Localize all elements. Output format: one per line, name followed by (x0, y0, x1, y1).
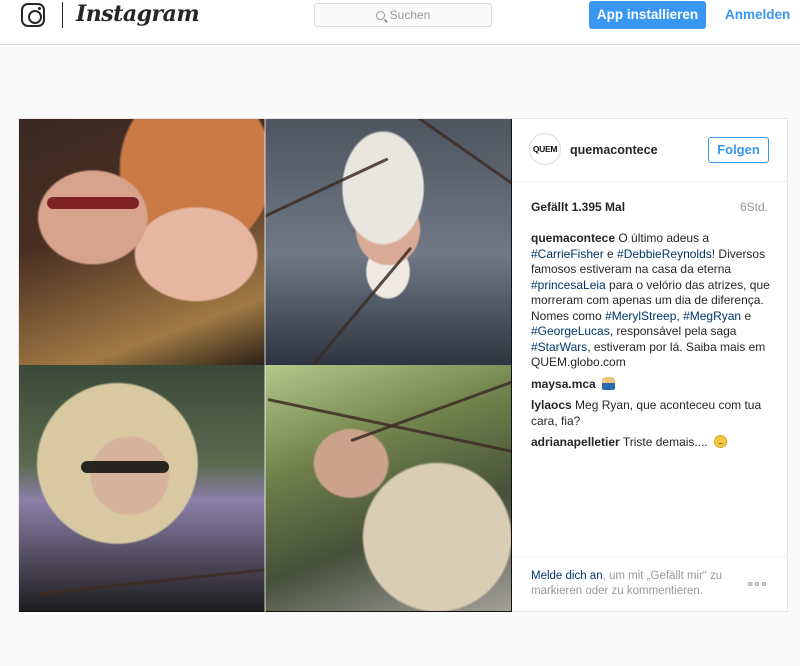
instagram-wordmark[interactable]: Instagram (76, 1, 200, 27)
logo-divider (62, 2, 63, 28)
photo-tile-meg-ryan (19, 365, 265, 611)
login-prompt: Melde dich an, um mit „Gefällt mir“ zu m… (531, 569, 741, 599)
photo-tile-george-lucas (265, 119, 511, 365)
caption-text: O último adeus a #CarrieFisher e #Debbie… (531, 231, 770, 369)
post-sidebar: QUEM quemacontece Folgen Gefällt 1.395 M… (512, 119, 788, 612)
post-card: QUEM quemacontece Folgen Gefällt 1.395 M… (18, 118, 788, 612)
hashtag-link[interactable]: #GeorgeLucas (531, 324, 610, 338)
instagram-camera-icon[interactable] (21, 3, 45, 27)
login-prompt-link[interactable]: Melde dich an (531, 570, 603, 582)
list-item: adrianapelletier Triste demais.... (531, 435, 771, 451)
person-emoji-icon (602, 376, 616, 390)
likes-count[interactable]: Gefällt 1.395 Mal (531, 200, 625, 214)
photo-tile-carrie-debbie (19, 119, 265, 365)
top-navigation-bar: Instagram Suchen App installieren Anmeld… (0, 0, 800, 45)
comment-text: Triste demais.... (622, 435, 708, 449)
branch-shape (39, 567, 265, 596)
hashtag-link[interactable]: #CarrieFisher (531, 247, 604, 261)
photo-tile-meryl-streep (265, 365, 511, 611)
branch-shape (350, 370, 511, 443)
comment-username[interactable]: lylaocs (531, 398, 572, 412)
hashtag-link[interactable]: #princesaLeia (531, 278, 606, 292)
search-placeholder: Suchen (389, 8, 431, 22)
post-footer: Melde dich an, um mit „Gefällt mir“ zu m… (512, 556, 788, 612)
post-photo-collage[interactable] (19, 119, 512, 612)
install-app-button[interactable]: App installieren (589, 1, 706, 29)
comment-username[interactable]: adrianapelletier (531, 435, 620, 449)
hashtag-link[interactable]: #DebbieReynolds (617, 247, 712, 261)
post-username[interactable]: quemacontece (570, 143, 658, 157)
hashtag-link[interactable]: #MegRyan (683, 309, 741, 323)
post-timestamp: 6Std. (739, 200, 768, 214)
branch-shape (398, 119, 511, 198)
search-icon (375, 11, 385, 20)
login-link[interactable]: Anmelden (725, 7, 790, 22)
comment-username[interactable]: maysa.mca (531, 377, 596, 391)
sunglasses-shape (81, 461, 169, 473)
avatar[interactable]: QUEM (529, 133, 561, 165)
sad-face-emoji-icon (714, 435, 728, 448)
hashtag-link[interactable]: #StarWars (531, 340, 587, 354)
follow-button[interactable]: Folgen (708, 137, 769, 163)
search-input[interactable]: Suchen (314, 3, 492, 27)
caption: quemacontece O último adeus a #CarrieFis… (531, 231, 771, 371)
sunglasses-shape (47, 197, 139, 209)
hashtag-link[interactable]: #MerylStreep (605, 309, 676, 323)
more-options-icon[interactable] (748, 581, 768, 587)
branch-shape (265, 157, 389, 224)
comments-list: quemacontece O último adeus a #CarrieFis… (531, 231, 771, 457)
post-header: QUEM quemacontece Folgen (512, 119, 788, 182)
list-item: lylaocs Meg Ryan, que aconteceu com tua … (531, 398, 771, 429)
branch-shape (287, 246, 413, 365)
caption-username[interactable]: quemacontece (531, 231, 615, 245)
collage-gutter (264, 119, 266, 612)
list-item: maysa.mca (531, 376, 771, 393)
